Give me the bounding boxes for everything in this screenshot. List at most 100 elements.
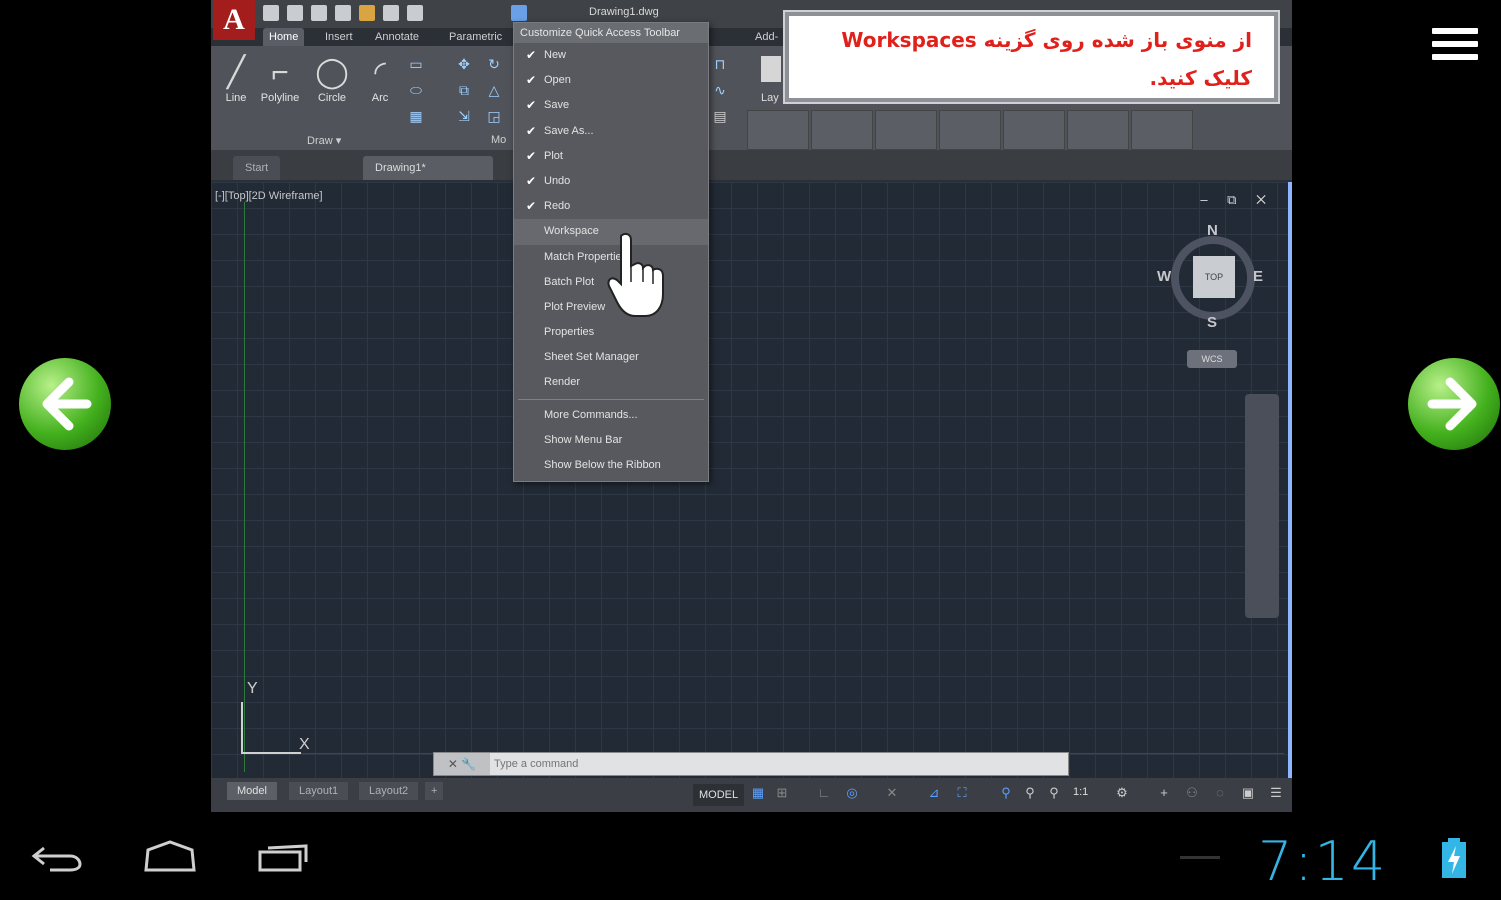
ortho-icon[interactable]: ∟ bbox=[817, 786, 831, 800]
tab-addins[interactable]: Add-ins bbox=[749, 28, 784, 61]
rectangle-icon[interactable]: ▭ bbox=[407, 56, 425, 72]
ribbon-slot[interactable] bbox=[811, 110, 873, 150]
move-icon[interactable]: ✥ bbox=[455, 56, 473, 72]
open-icon[interactable] bbox=[287, 5, 303, 21]
scale-icon[interactable]: ◲ bbox=[485, 108, 503, 124]
menu-item-new[interactable]: ✔ New bbox=[514, 43, 708, 68]
command-line[interactable]: ✕ 🔧 bbox=[433, 752, 1069, 776]
save-as-icon[interactable] bbox=[335, 5, 351, 21]
menu-item-properties[interactable]: Properties bbox=[514, 320, 708, 345]
ribbon-slot[interactable] bbox=[1131, 110, 1193, 150]
qat-dropdown-icon[interactable] bbox=[511, 5, 527, 21]
drawing-viewport[interactable]: [-][Top][2D Wireframe] – ⧉ ✕ Y X bbox=[211, 182, 1288, 780]
grid-icon[interactable]: ▦ bbox=[751, 786, 765, 800]
menu-item-more-commands[interactable]: More Commands... bbox=[514, 403, 708, 428]
model-space-button[interactable]: MODEL bbox=[693, 784, 745, 806]
draw-panel-label[interactable]: Draw ▾ bbox=[307, 134, 341, 147]
wcs-menu[interactable]: WCS bbox=[1187, 350, 1237, 368]
spline-icon[interactable]: ∿ bbox=[711, 82, 729, 98]
customize-icon[interactable]: ☰ bbox=[1269, 786, 1283, 800]
ellipse-icon[interactable]: ⬭ bbox=[407, 82, 425, 98]
file-tab-drawing1[interactable]: Drawing1* bbox=[363, 156, 493, 180]
hatch-icon[interactable]: ▦ bbox=[407, 108, 425, 124]
ribbon-slot[interactable] bbox=[1067, 110, 1129, 150]
back-icon[interactable] bbox=[30, 840, 84, 874]
viewcube[interactable]: TOP N S E W bbox=[1157, 222, 1263, 331]
object-snap-tracking-icon[interactable]: ⊿ bbox=[927, 786, 941, 800]
command-input[interactable] bbox=[494, 755, 1054, 773]
auto-scale-icon[interactable]: ⚲ bbox=[1023, 786, 1037, 800]
menu-item-open[interactable]: ✔ Open bbox=[514, 68, 708, 93]
autocad-logo[interactable]: A bbox=[213, 0, 255, 40]
annotation-visibility-icon[interactable]: ⚲ bbox=[999, 786, 1013, 800]
polygon-icon[interactable]: ⊓ bbox=[711, 56, 729, 72]
next-slide-button[interactable] bbox=[1408, 358, 1500, 450]
menu-item-render[interactable]: Render bbox=[514, 370, 708, 395]
isolate-icon[interactable]: ⚇ bbox=[1185, 786, 1199, 800]
tab-annotate[interactable]: Annotate bbox=[369, 28, 425, 46]
recents-icon[interactable] bbox=[256, 840, 312, 874]
menu-item-save-as[interactable]: ✔ Save As... bbox=[514, 119, 708, 144]
circle-tool[interactable]: ◯ Circle bbox=[309, 54, 355, 104]
viewport-window-controls[interactable]: – ⧉ ✕ bbox=[1200, 192, 1274, 208]
menu-item-show-below-ribbon[interactable]: Show Below the Ribbon bbox=[514, 453, 708, 478]
hardware-acceleration-icon[interactable]: ◌ bbox=[1213, 786, 1227, 800]
object-snap-icon[interactable]: ⛶ bbox=[955, 786, 969, 800]
gear-icon[interactable]: ⚙ bbox=[1115, 786, 1129, 800]
ribbon-slot[interactable] bbox=[875, 110, 937, 150]
compass-south[interactable]: S bbox=[1207, 314, 1217, 331]
line-tool[interactable]: ╱ Line bbox=[213, 54, 259, 104]
clean-screen-icon[interactable]: ▣ bbox=[1241, 786, 1255, 800]
snap-icon[interactable]: ⊞ bbox=[775, 786, 789, 800]
plus-icon[interactable]: + bbox=[1157, 786, 1171, 800]
menu-item-sheet-set-manager[interactable]: Sheet Set Manager bbox=[514, 345, 708, 370]
add-layout-button[interactable]: + bbox=[425, 782, 444, 800]
isodraft-icon[interactable]: ✕ bbox=[885, 786, 899, 800]
viewcube-top-face[interactable]: TOP bbox=[1193, 256, 1235, 298]
new-icon[interactable] bbox=[263, 5, 279, 21]
menu-item-plot[interactable]: ✔ Plot bbox=[514, 144, 708, 169]
annotation-scale-icon[interactable]: ⚲ bbox=[1047, 786, 1061, 800]
print-preview-icon[interactable] bbox=[383, 5, 399, 21]
menu-item-show-menu-bar[interactable]: Show Menu Bar bbox=[514, 428, 708, 453]
mirror-icon[interactable]: △ bbox=[485, 82, 503, 98]
hamburger-menu-button[interactable] bbox=[1432, 28, 1478, 68]
menu-item-save[interactable]: ✔ Save bbox=[514, 93, 708, 118]
tab-parametric[interactable]: Parametric bbox=[443, 28, 508, 46]
save-icon[interactable] bbox=[311, 5, 327, 21]
navigation-bar[interactable] bbox=[1245, 394, 1279, 618]
arc-tool[interactable]: ◜ Arc bbox=[357, 54, 403, 104]
menu-item-undo[interactable]: ✔ Undo bbox=[514, 169, 708, 194]
plot-icon[interactable] bbox=[359, 5, 375, 21]
clock[interactable]: 7:14 bbox=[1258, 830, 1387, 893]
layer-properties-icon[interactable] bbox=[761, 56, 781, 82]
print-icon[interactable] bbox=[407, 5, 423, 21]
viewport-label[interactable]: [-][Top][2D Wireframe] bbox=[215, 190, 323, 202]
compass-north[interactable]: N bbox=[1207, 222, 1218, 239]
tab-home[interactable]: Home bbox=[263, 28, 305, 46]
tab-insert[interactable]: Insert bbox=[319, 28, 359, 46]
file-tab-start[interactable]: Start bbox=[233, 156, 281, 180]
rotate-icon[interactable]: ↻ bbox=[485, 56, 503, 72]
modify-panel-label[interactable]: Mo bbox=[491, 134, 506, 146]
menu-item-redo[interactable]: ✔ Redo bbox=[514, 194, 708, 219]
polyline-tool[interactable]: ⌐ Polyline bbox=[257, 54, 303, 104]
ribbon-slot[interactable] bbox=[939, 110, 1001, 150]
home-icon[interactable] bbox=[142, 840, 198, 874]
compass-east[interactable]: E bbox=[1253, 268, 1263, 285]
battery-charging-icon[interactable] bbox=[1440, 838, 1468, 878]
table-icon[interactable]: ▤ bbox=[711, 108, 729, 124]
layout-tab-model[interactable]: Model bbox=[227, 782, 277, 800]
polar-icon[interactable]: ◎ bbox=[845, 786, 859, 800]
stretch-icon[interactable]: ⇲ bbox=[455, 108, 473, 124]
ribbon-slot[interactable] bbox=[747, 110, 809, 150]
copy-icon[interactable]: ⧉ bbox=[455, 82, 473, 98]
previous-slide-button[interactable] bbox=[19, 358, 111, 450]
layout-tab-layout1[interactable]: Layout1 bbox=[289, 782, 349, 800]
scale-value[interactable]: 1:1 bbox=[1073, 786, 1088, 798]
status-bar: Model Layout1 Layout2 + MODEL ▦ ⊞ ∟ ◎ ✕ … bbox=[211, 778, 1292, 812]
ribbon-slot[interactable] bbox=[1003, 110, 1065, 150]
compass-west[interactable]: W bbox=[1157, 268, 1171, 285]
command-line-controls[interactable]: ✕ 🔧 bbox=[434, 753, 490, 775]
layout-tab-layout2[interactable]: Layout2 bbox=[359, 782, 419, 800]
